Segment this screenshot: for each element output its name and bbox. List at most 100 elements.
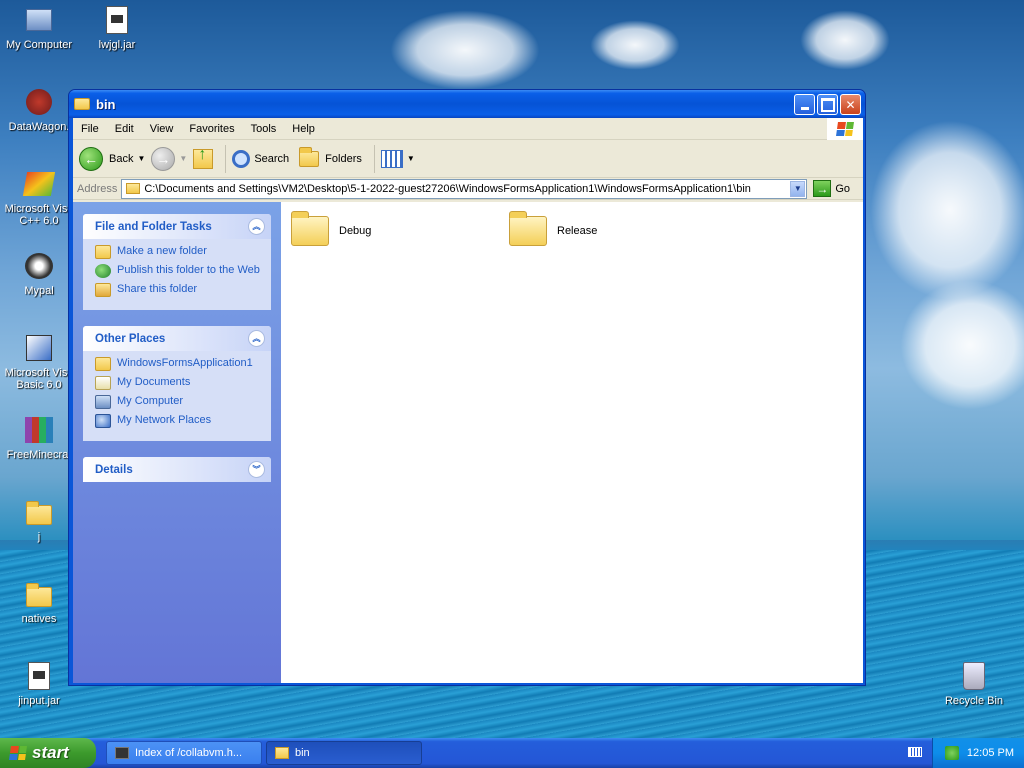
details-header[interactable]: Details ︾ [83,457,271,482]
publish-to-web-link[interactable]: Publish this folder to the Web [95,264,261,278]
desktop-icon-label: natives [21,613,57,625]
keyboard-icon[interactable] [908,747,922,757]
my-computer-icon [23,4,55,36]
folder-item-release[interactable]: Release [509,211,598,246]
views-icon [380,149,403,168]
windows-logo-icon [9,746,27,760]
menu-favorites[interactable]: Favorites [181,123,242,135]
desktop-icon-natives-folder[interactable]: natives [0,578,78,625]
go-button[interactable]: → Go [813,180,850,197]
link-label: My Computer [117,395,184,407]
desktop-icon-label: Recycle Bin [944,695,1004,707]
toolbar-separator [225,144,227,173]
place-my-computer-link[interactable]: My Computer [95,395,261,409]
place-parent-folder-link[interactable]: WindowsFormsApplication1 [95,357,261,371]
menu-file[interactable]: File [73,123,107,135]
share-folder-link[interactable]: Share this folder [95,283,261,297]
folder-name: Debug [339,225,372,237]
network-status-icon[interactable] [944,746,959,760]
views-button[interactable]: ▼ [380,149,415,168]
chevron-down-icon[interactable]: ▼ [407,154,415,163]
collapse-chevron-icon[interactable]: ︽ [248,218,265,235]
make-new-folder-link[interactable]: Make a new folder [95,245,261,259]
desktop-icon-recycle-bin[interactable]: Recycle Bin [935,660,1013,707]
content-area: File and Folder Tasks ︽ Make a new folde… [73,202,863,683]
forward-button[interactable]: → ▼ [151,146,187,171]
menu-help[interactable]: Help [284,123,323,135]
desktop-icon-lwjgl-jar[interactable]: lwjgl.jar [78,4,156,51]
desktop-icon-j-folder[interactable]: j [0,496,78,543]
jar-file-icon [23,660,55,692]
minimize-button[interactable] [794,94,815,115]
search-label: Search [254,152,290,165]
back-button[interactable]: ← Back ▼ [79,146,145,171]
link-label: My Documents [117,376,191,388]
place-network-link[interactable]: My Network Places [95,414,261,428]
toolbar-separator [373,144,375,173]
search-button[interactable]: Search [232,149,290,168]
up-folder-button[interactable] [193,146,214,169]
cloud [590,20,680,70]
toolbar: ← Back ▼ → ▼ Search Folders [73,140,863,178]
close-button[interactable]: ✕ [840,94,861,115]
desktop-icon-label: FreeMinecraf [6,449,72,461]
window-titlebar[interactable]: bin ✕ [69,90,865,118]
my-documents-icon [95,376,111,390]
desktop-icon-visual-cpp[interactable]: Microsoft Visu C++ 6.0 [0,168,78,227]
folder-icon [95,357,111,371]
visual-basic-icon [23,332,55,364]
taskbar-button-bin[interactable]: bin [266,741,422,765]
desktop-icon-label: Microsoft Visu Basic 6.0 [4,367,74,391]
folder-name: Release [557,225,598,237]
address-bar: Address C:\Documents and Settings\VM2\De… [73,178,863,200]
place-my-documents-link[interactable]: My Documents [95,376,261,390]
menu-edit[interactable]: Edit [107,123,142,135]
chevron-down-icon[interactable]: ▼ [137,154,145,163]
cloud [800,10,890,70]
menu-tools[interactable]: Tools [243,123,285,135]
desktop-icon-my-computer[interactable]: My Computer [0,4,78,51]
desktop-icon-label: Mypal [24,285,54,297]
taskbar-button-label: Index of /collabvm.h... [135,747,242,759]
menu-view[interactable]: View [142,123,182,135]
folders-button[interactable]: Folders [295,146,362,167]
address-path: C:\Documents and Settings\VM2\Desktop\5-… [144,182,751,195]
explorer-window: bin ✕ File Edit View Favorites Tools Hel… [68,89,866,686]
desktop-icon-datawagon[interactable]: DataWagon. [0,86,78,133]
cloud [900,280,1024,410]
other-places-header[interactable]: Other Places ︽ [83,326,271,351]
link-label: Make a new folder [117,245,207,257]
new-folder-icon [95,245,111,259]
start-button[interactable]: start [0,738,96,768]
address-dropdown-button[interactable]: ▼ [790,180,806,197]
link-label: My Network Places [117,414,212,426]
folder-icon [509,211,547,246]
publish-web-icon [95,264,111,278]
desktop-icon-label: Microsoft Visu C++ 6.0 [4,203,74,227]
desktop-icon-jinput-jar[interactable]: jinput.jar [0,660,78,707]
taskbar-button-browser[interactable]: Index of /collabvm.h... [106,741,262,765]
desktop-icon-label: DataWagon. [8,121,70,133]
go-label: Go [835,182,851,195]
address-input[interactable]: C:\Documents and Settings\VM2\Desktop\5-… [121,178,808,199]
forward-arrow-icon: → [151,146,176,171]
folder-icon [23,496,55,528]
task-pane: File and Folder Tasks ︽ Make a new folde… [73,202,281,683]
cloud [870,120,1024,300]
maximize-button[interactable] [817,94,838,115]
menu-bar: File Edit View Favorites Tools Help [73,118,863,140]
clock[interactable]: 12:05 PM [967,747,1014,759]
file-folder-tasks-header[interactable]: File and Folder Tasks ︽ [83,214,271,239]
expand-chevron-icon[interactable]: ︾ [248,461,265,478]
desktop-icon-freeminecraft[interactable]: FreeMinecraf [0,414,78,461]
folder-item-debug[interactable]: Debug [291,211,372,246]
collapse-chevron-icon[interactable]: ︽ [248,330,265,347]
back-arrow-icon: ← [79,146,103,171]
desktop-icon-mypal[interactable]: Mypal [0,250,78,297]
network-places-icon [95,414,111,428]
folder-icon [126,183,141,194]
chevron-down-icon[interactable]: ▼ [179,154,187,163]
desktop-icon-visual-basic[interactable]: Microsoft Visu Basic 6.0 [0,332,78,391]
file-folder-tasks-panel: File and Folder Tasks ︽ Make a new folde… [83,214,271,310]
my-computer-icon [95,395,111,409]
